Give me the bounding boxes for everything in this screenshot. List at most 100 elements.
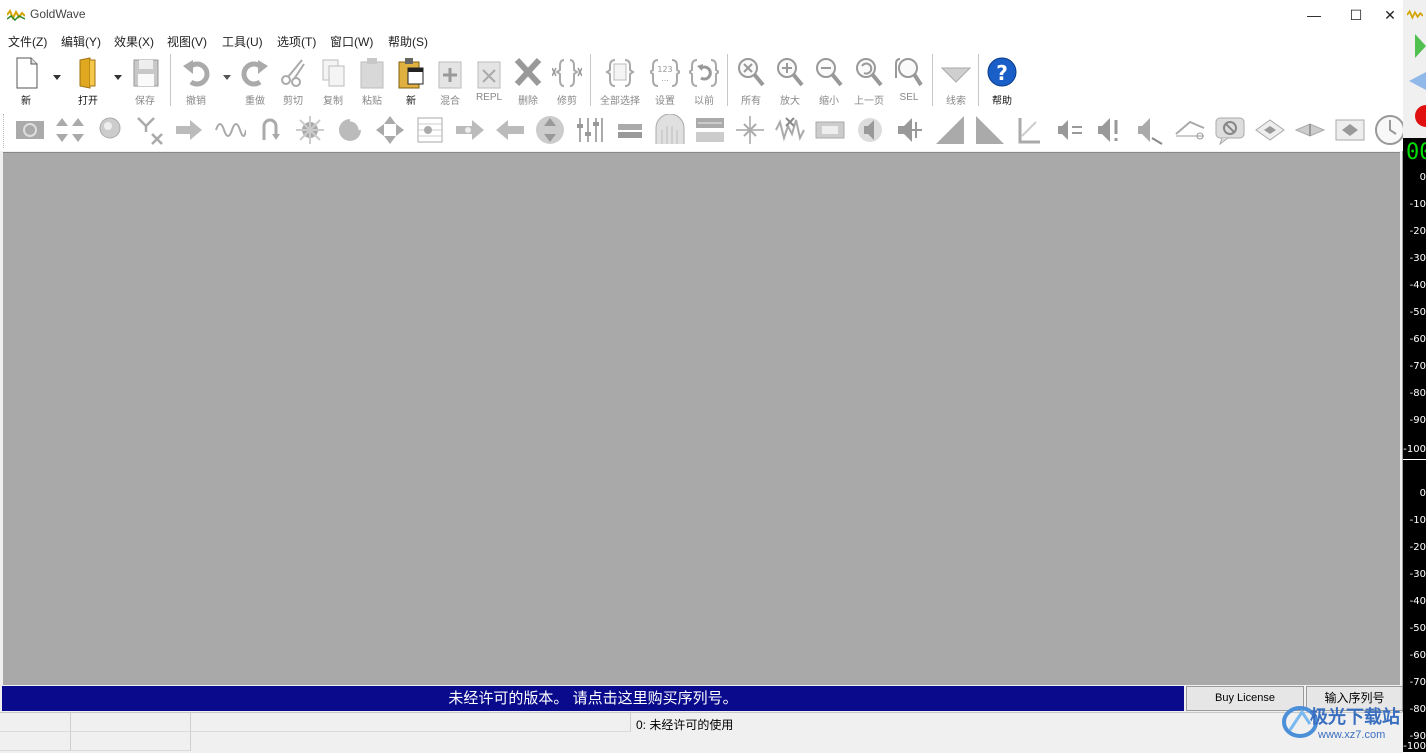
meter-tick: -50 xyxy=(1409,307,1426,318)
redo-arrow-icon xyxy=(241,60,268,87)
auto-gain-icon[interactable] xyxy=(1134,114,1166,146)
channel-swap-icon[interactable] xyxy=(1334,114,1366,146)
zoom-selection-button[interactable]: SEL xyxy=(889,54,929,108)
doppler-icon[interactable] xyxy=(54,114,86,146)
trim-label: 修剪 xyxy=(557,96,577,107)
fade-out-icon[interactable] xyxy=(974,114,1006,146)
invert-icon[interactable] xyxy=(534,114,566,146)
distortion-icon[interactable] xyxy=(214,114,246,146)
equalizer-icon[interactable] xyxy=(414,114,446,146)
mix-icon xyxy=(438,61,462,89)
meter-tick: -20 xyxy=(1409,542,1426,553)
toolbar-divider xyxy=(590,54,591,106)
time-display: 00 xyxy=(1406,140,1426,165)
meter-divider xyxy=(1403,459,1426,460)
change-volume-icon[interactable] xyxy=(894,114,926,146)
help-label: 帮助 xyxy=(992,96,1012,107)
fade-in-icon[interactable] xyxy=(934,114,966,146)
reverse-icon[interactable] xyxy=(254,114,286,146)
minimize-button[interactable]: — xyxy=(1293,0,1335,30)
compressor-icon[interactable] xyxy=(174,114,206,146)
save-button[interactable]: 保存 xyxy=(125,54,165,108)
play-icon[interactable] xyxy=(1415,34,1426,58)
menu-window[interactable]: 窗口(W) xyxy=(330,33,373,50)
close-button[interactable]: ✕ xyxy=(1377,0,1403,30)
maximize-button[interactable]: ☐ xyxy=(1335,0,1377,30)
zoom-in-icon xyxy=(777,58,804,87)
shape-volume-icon[interactable] xyxy=(1014,114,1046,146)
menu-help[interactable]: 帮助(S) xyxy=(388,33,428,50)
noise-gate-icon[interactable] xyxy=(1214,114,1246,146)
status-bar: 0: 未经许可的使用 xyxy=(0,712,1403,753)
select-all-button[interactable]: 全部选择 xyxy=(600,54,640,108)
resample-icon[interactable] xyxy=(814,114,846,146)
undo-arrow-icon xyxy=(183,60,210,87)
reverb-icon[interactable] xyxy=(654,114,686,146)
effects-toolbar xyxy=(0,110,1406,151)
window-title: GoldWave xyxy=(30,7,86,21)
trim-button[interactable]: 修剪 xyxy=(547,54,587,108)
meter-tick: -10 xyxy=(1409,515,1426,526)
rewind-icon[interactable] xyxy=(1409,72,1426,90)
title-bar: GoldWave — ☐ ✕ xyxy=(0,0,1403,30)
open-file-button[interactable]: 打开 xyxy=(68,54,108,108)
status-cell xyxy=(0,732,71,751)
channel-mixer-icon[interactable] xyxy=(134,114,166,146)
goldwave-logo-icon xyxy=(7,9,25,21)
new-file-label: 新 xyxy=(21,96,31,107)
menu-edit[interactable]: 编辑(Y) xyxy=(61,33,101,50)
undo-dropdown-arrow-icon[interactable] xyxy=(223,75,231,80)
main-window: GoldWave — ☐ ✕ 文件(Z) 编辑(Y) 效果(X) 视图(V) 工… xyxy=(0,0,1406,753)
playback-rate-icon[interactable] xyxy=(454,114,486,146)
undo-button[interactable]: 撤销 xyxy=(176,54,216,108)
pop-click-icon[interactable] xyxy=(774,114,806,146)
new-dropdown-arrow-icon[interactable] xyxy=(53,75,61,80)
meter-tick: -30 xyxy=(1409,569,1426,580)
new-file-button[interactable]: 新 xyxy=(6,54,46,108)
menu-view[interactable]: 视图(V) xyxy=(167,33,207,50)
match-volume-icon[interactable] xyxy=(1054,114,1086,146)
pitch-icon[interactable] xyxy=(334,114,366,146)
previous-button[interactable]: 以前 xyxy=(684,54,724,108)
toolbar-grip[interactable] xyxy=(3,114,6,148)
menu-effects[interactable]: 效果(X) xyxy=(114,33,154,50)
watermark-text: 极光下载站 xyxy=(1310,707,1400,727)
unlicensed-banner[interactable]: 未经许可的版本。 请点击这里购买序列号。 xyxy=(2,686,1184,711)
time-warp-icon[interactable] xyxy=(374,114,406,146)
menu-file[interactable]: 文件(Z) xyxy=(8,33,47,50)
open-file-label: 打开 xyxy=(78,96,98,107)
maximize-volume-icon[interactable] xyxy=(1094,114,1126,146)
audio-workspace[interactable] xyxy=(3,152,1400,685)
offset-icon[interactable] xyxy=(494,114,526,146)
stereo-width-icon[interactable] xyxy=(1294,114,1326,146)
zoom-previous-icon xyxy=(856,58,883,87)
replace-icon xyxy=(477,61,501,89)
volume-icon[interactable] xyxy=(854,114,886,146)
noise-reduction-icon[interactable] xyxy=(14,114,46,146)
stereo-icon[interactable] xyxy=(1174,114,1206,146)
menu-options[interactable]: 选项(T) xyxy=(277,33,316,50)
undo-label: 撤销 xyxy=(186,96,206,107)
meter-tick: -70 xyxy=(1409,361,1426,372)
flanger-icon[interactable] xyxy=(294,114,326,146)
set-123-icon: 123... xyxy=(650,59,680,87)
cue-button[interactable]: 线索 xyxy=(936,54,976,108)
help-button[interactable]: ? 帮助 xyxy=(982,54,1022,108)
time-clock-icon[interactable] xyxy=(1374,114,1406,146)
sliders-icon[interactable] xyxy=(574,114,606,146)
watermark-url: www.xz7.com xyxy=(1318,729,1386,741)
meter-tick: -70 xyxy=(1409,677,1426,688)
pan-icon[interactable] xyxy=(1254,114,1286,146)
meter-tick: -50 xyxy=(1409,623,1426,634)
mechanize-icon[interactable] xyxy=(614,114,646,146)
menu-tools[interactable]: 工具(U) xyxy=(222,33,263,50)
echo-icon[interactable] xyxy=(94,114,126,146)
open-dropdown-arrow-icon[interactable] xyxy=(114,75,122,80)
floppy-disk-icon xyxy=(133,59,159,87)
silence-reduction-icon[interactable] xyxy=(734,114,766,146)
help-question-icon: ? xyxy=(987,57,1017,87)
spectrum-filter-icon[interactable] xyxy=(694,114,726,146)
record-icon[interactable] xyxy=(1413,104,1426,128)
paste-clipboard-icon xyxy=(360,58,384,89)
delete-x-icon xyxy=(514,57,542,87)
